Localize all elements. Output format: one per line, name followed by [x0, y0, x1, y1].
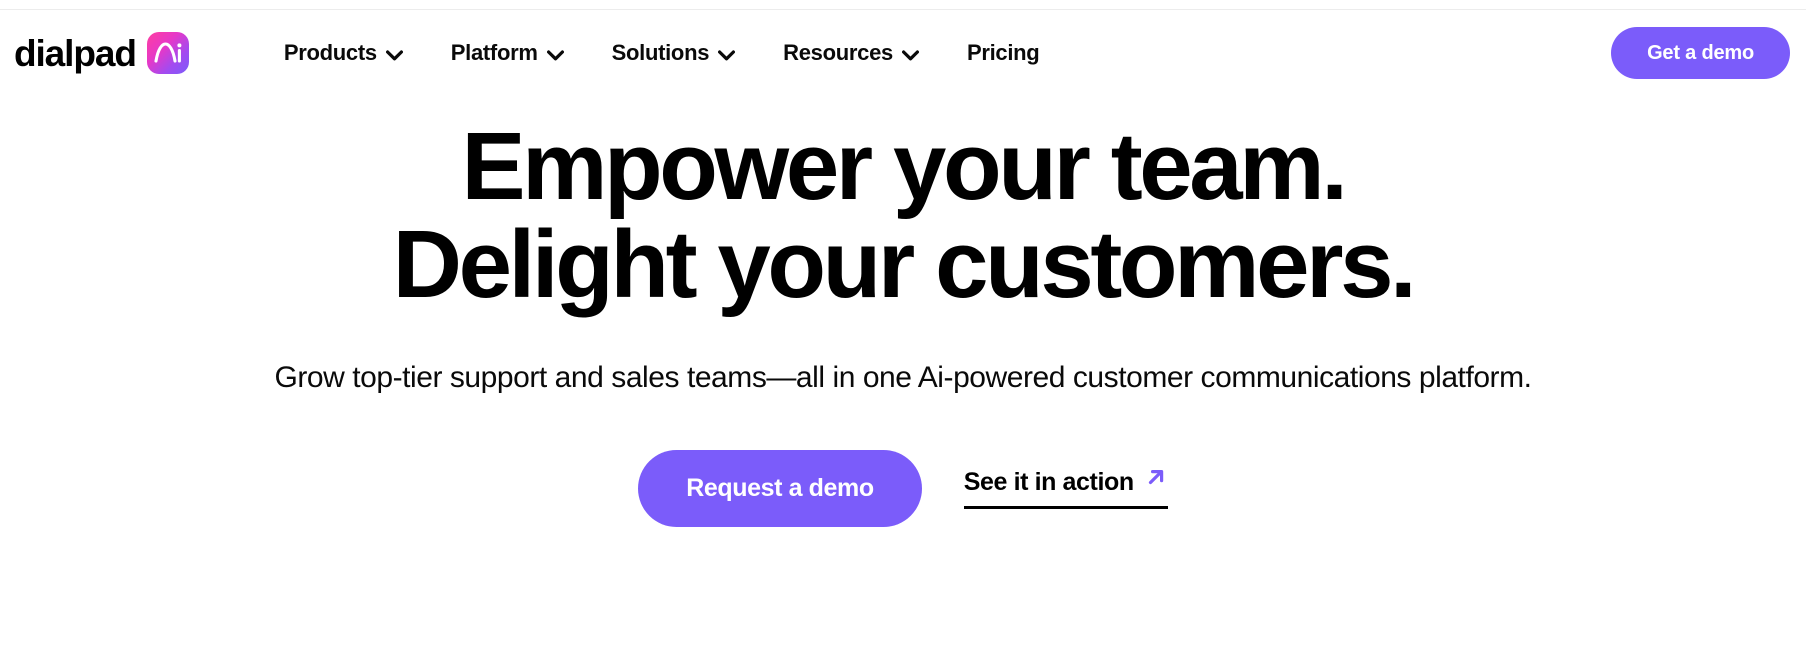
nav-item-label: Solutions	[611, 40, 710, 65]
hero-headline: Empower your team. Delight your customer…	[0, 118, 1806, 314]
hero-headline-line-2: Delight your customers.	[392, 210, 1417, 318]
hero-cta-group: Request a demo See it in action	[0, 449, 1806, 527]
dialpad-ai-badge-icon	[146, 32, 189, 74]
chevron-down-icon	[718, 41, 736, 67]
nav-item-label: Pricing	[966, 40, 1040, 65]
nav-item-label: Platform	[450, 40, 538, 65]
nav-item-solutions[interactable]: Solutions	[612, 33, 736, 73]
primary-navigation: Products Platform Solutions Resources Pr…	[284, 33, 1040, 73]
nav-item-label: Resources	[783, 40, 893, 65]
hero-headline-line-1: Empower your team.	[461, 113, 1347, 220]
brand-logo[interactable]: dialpad	[14, 32, 189, 74]
nav-item-resources[interactable]: Resources	[783, 33, 919, 73]
chevron-down-icon	[901, 41, 919, 67]
see-it-in-action-label: See it in action	[963, 467, 1134, 496]
nav-item-platform[interactable]: Platform	[451, 33, 564, 73]
site-header: dialpad Products Platform Solutions Reso…	[0, 10, 1806, 96]
arrow-up-right-icon	[1144, 465, 1168, 496]
chevron-down-icon	[546, 41, 564, 67]
nav-item-pricing[interactable]: Pricing	[966, 34, 1040, 72]
nav-item-products[interactable]: Products	[284, 33, 403, 73]
hero-section: Empower your team. Delight your customer…	[0, 118, 1806, 527]
nav-item-label: Products	[283, 40, 377, 65]
chevron-down-icon	[385, 41, 403, 67]
hero-subheadline: Grow top-tier support and sales teams—al…	[274, 360, 1532, 394]
get-a-demo-button[interactable]: Get a demo	[1611, 27, 1790, 79]
request-a-demo-button[interactable]: Request a demo	[638, 449, 922, 527]
page-root: dialpad Products Platform Solutions Reso…	[0, 0, 1806, 647]
brand-wordmark: dialpad	[14, 32, 137, 74]
see-it-in-action-link[interactable]: See it in action	[963, 465, 1168, 509]
